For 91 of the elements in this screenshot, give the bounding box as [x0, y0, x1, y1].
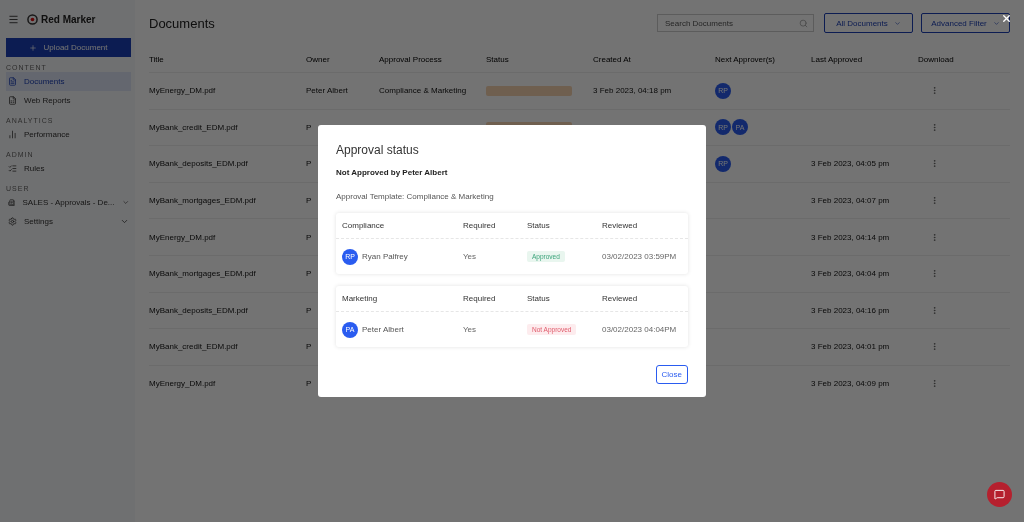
chevron-down-icon[interactable]: [121, 198, 129, 207]
bar-chart-icon: [8, 130, 17, 139]
table-cell: 3 Feb 2023, 04:16 pm: [811, 305, 890, 315]
column-header: Created At: [593, 54, 631, 64]
table-cell: 3 Feb 2023, 04:05 pm: [811, 159, 890, 169]
table-cell: P: [306, 232, 312, 242]
dialog-title: Approval status: [336, 143, 420, 157]
column-header: Reviewed: [602, 294, 639, 303]
more-icon[interactable]: [930, 159, 939, 169]
sidebar-item[interactable]: Rules: [6, 159, 131, 178]
table-cell: 3 Feb 2023, 04:01 pm: [811, 342, 890, 352]
sidebar-item[interactable]: Settings: [6, 212, 131, 231]
sidebar-item[interactable]: SALES - Approvals - De...: [6, 193, 131, 212]
column-header: Status: [527, 294, 551, 303]
table-cell: MyBank_deposits_EDM.pdf: [149, 159, 248, 169]
search-icon: [799, 18, 808, 28]
table-cell: MyBank_deposits_EDM.pdf: [149, 305, 248, 315]
upload-document-button[interactable]: Upload Document: [6, 38, 131, 57]
menu-icon[interactable]: [8, 13, 19, 25]
document-icon: [8, 77, 17, 86]
sidebar-item[interactable]: Documents: [6, 72, 131, 91]
approval-template: Approval Template: Compliance & Marketing: [336, 192, 495, 201]
filter-dropdown[interactable]: All Documents: [824, 13, 913, 33]
more-icon[interactable]: [930, 86, 939, 96]
more-icon[interactable]: [930, 269, 939, 279]
table-cell-text: Yes: [463, 325, 478, 334]
more-icon[interactable]: [930, 379, 939, 389]
spreadsheet-icon: [8, 96, 17, 105]
table-cell: MyBank_credit_EDM.pdf: [149, 342, 238, 352]
table-cell-text: Yes: [463, 252, 478, 261]
column-header: Download: [918, 54, 954, 64]
chevron-down-icon[interactable]: [120, 217, 129, 226]
table-cell-text: 03/02/2023 03:59PM: [602, 252, 678, 261]
sidebar-item[interactable]: Performance: [6, 125, 131, 144]
table-cell: P: [306, 379, 312, 389]
column-header: Title: [149, 54, 164, 64]
reviewer-name: Peter Albert: [362, 325, 404, 334]
table-cell: 3 Feb 2023, 04:18 pm: [593, 86, 672, 96]
chat-button[interactable]: [987, 482, 1012, 507]
more-icon[interactable]: [930, 232, 939, 242]
filter-dropdown[interactable]: Advanced Filter: [921, 13, 1010, 33]
table-cell: MyBank_credit_EDM.pdf: [149, 122, 238, 132]
reviewer-name: Ryan Palfrey: [362, 252, 408, 261]
approval-summary: Not Approved by Peter Albert: [336, 168, 449, 177]
column-header: Status: [486, 54, 509, 64]
table-cell: MyEnergy_DM.pdf: [149, 232, 216, 242]
column-header: Status: [527, 221, 551, 230]
building-icon: [8, 198, 16, 207]
column-header: Reviewed: [602, 221, 639, 230]
more-icon[interactable]: [930, 122, 939, 132]
column-header: Required: [463, 221, 497, 230]
table-cell: P: [306, 159, 312, 169]
chat-icon: [994, 489, 1005, 500]
table-cell: MyEnergy_DM.pdf: [149, 86, 216, 96]
table-cell-text: 03/02/2023 04:04PM: [602, 325, 678, 334]
close-button[interactable]: Close: [655, 365, 688, 384]
column-header: Next Approver(s): [715, 54, 776, 64]
table-cell: 3 Feb 2023, 04:04 pm: [811, 269, 890, 279]
table-cell: MyEnergy_DM.pdf: [149, 379, 216, 389]
plus-icon: [29, 43, 38, 52]
list-icon: [8, 164, 17, 173]
table-cell: 3 Feb 2023, 04:14 pm: [811, 232, 890, 242]
close-icon[interactable]: [1001, 13, 1012, 24]
logo-icon: [27, 13, 38, 25]
search-box[interactable]: Search Documents: [657, 14, 814, 32]
sidebar-item[interactable]: Web Reports: [6, 91, 131, 110]
column-header: Required: [463, 294, 497, 303]
table-cell: P: [306, 305, 312, 315]
settings-icon: [8, 217, 17, 226]
table-cell: 3 Feb 2023, 04:07 pm: [811, 196, 890, 206]
table-cell: 3 Feb 2023, 04:09 pm: [811, 379, 890, 389]
caret-icon: [992, 19, 1000, 27]
caret-icon: [893, 19, 901, 27]
logo: Red Marker: [27, 13, 96, 25]
more-icon[interactable]: [930, 305, 939, 315]
table-cell: Peter Albert: [306, 86, 348, 96]
table-cell: P: [306, 269, 312, 279]
table-cell: MyBank_mortgages_EDM.pdf: [149, 269, 256, 279]
table-cell: P: [306, 342, 312, 352]
table-cell: P: [306, 196, 312, 206]
table-cell: P: [306, 122, 312, 132]
more-icon[interactable]: [930, 196, 939, 206]
table-cell: MyBank_mortgages_EDM.pdf: [149, 196, 256, 206]
more-icon[interactable]: [930, 342, 939, 352]
table-cell: Compliance & Marketing: [379, 86, 467, 96]
column-header: Marketing: [342, 294, 379, 303]
page-title: Documents: [149, 15, 216, 31]
column-header: Last Approved: [811, 54, 863, 64]
column-header: Owner: [306, 54, 330, 64]
column-header: Compliance: [342, 221, 386, 230]
column-header: Approval Process: [379, 54, 442, 64]
